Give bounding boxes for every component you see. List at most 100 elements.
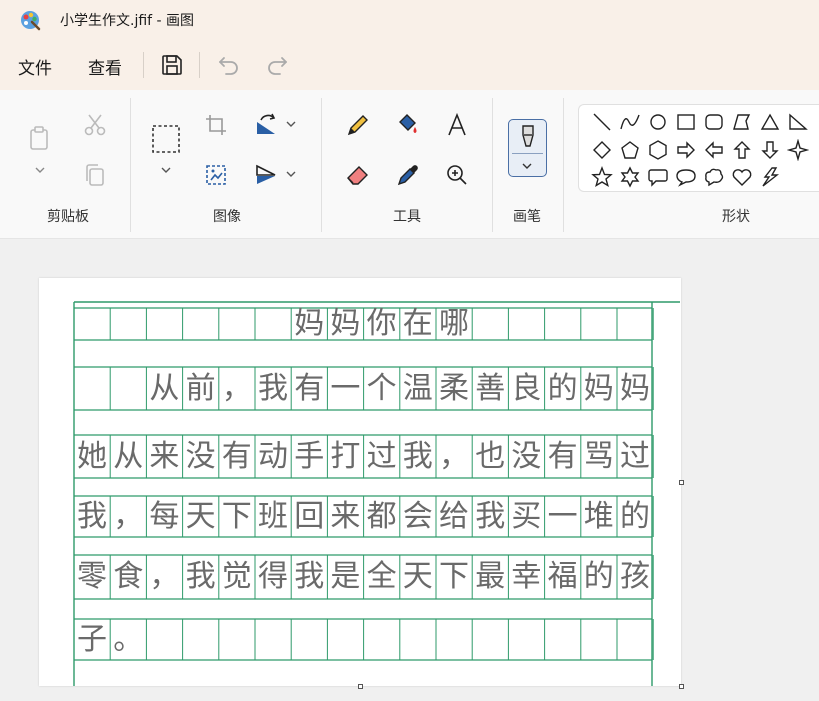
essay-char: 我 bbox=[475, 498, 506, 534]
rounded-rectangle-shape-icon[interactable] bbox=[703, 111, 725, 133]
essay-char: 得 bbox=[258, 559, 288, 594]
essay-char: 妈 bbox=[620, 370, 650, 406]
title-bar: 小学生作文.jfif - 画图 bbox=[0, 0, 819, 40]
essay-char: 食 bbox=[113, 559, 144, 594]
essay-char: 有 bbox=[294, 370, 325, 406]
menu-separator bbox=[143, 52, 144, 78]
essay-char: 个 bbox=[366, 370, 397, 406]
cut-icon[interactable] bbox=[82, 112, 108, 138]
essay-char: 都 bbox=[366, 498, 397, 534]
image-canvas[interactable]: 妈妈你在哪从前，我有一个温柔善良的妈妈她从来没有动手打过我，也没有骂过我，每天下… bbox=[39, 278, 681, 686]
essay-char: 前 bbox=[185, 370, 216, 406]
oval-shape-icon[interactable] bbox=[647, 111, 669, 133]
chevron-down-icon[interactable] bbox=[160, 164, 172, 176]
essay-char: 过 bbox=[366, 438, 397, 474]
essay-char: 一 bbox=[547, 498, 578, 534]
save-icon[interactable] bbox=[159, 52, 185, 78]
rotate-icon[interactable] bbox=[253, 112, 279, 138]
essay-char: 是 bbox=[330, 559, 361, 594]
magnifier-icon[interactable] bbox=[444, 162, 470, 188]
flip-icon[interactable] bbox=[253, 162, 279, 188]
essay-char: 她 bbox=[77, 438, 107, 474]
group-separator bbox=[130, 98, 131, 232]
fill-icon[interactable] bbox=[395, 112, 421, 138]
essay-char: 的 bbox=[547, 370, 578, 406]
color-picker-icon[interactable] bbox=[395, 162, 421, 188]
six-point-star-shape-icon[interactable] bbox=[619, 166, 641, 188]
essay-char: 的 bbox=[583, 559, 614, 594]
crop-icon[interactable] bbox=[203, 112, 229, 138]
brushes-button[interactable] bbox=[508, 119, 547, 177]
copy-icon[interactable] bbox=[82, 162, 108, 188]
five-point-star-shape-icon[interactable] bbox=[591, 166, 613, 188]
canvas-area[interactable]: 妈妈你在哪从前，我有一个温柔善良的妈妈她从来没有动手打过我，也没有骂过我，每天下… bbox=[0, 240, 819, 701]
brushes-group-label: 画笔 bbox=[513, 209, 541, 225]
hexagon-shape-icon[interactable] bbox=[647, 139, 669, 161]
resize-handle-right[interactable] bbox=[679, 480, 684, 485]
rectangular-callout-shape-icon[interactable] bbox=[647, 166, 669, 188]
brush-divider bbox=[512, 153, 543, 154]
four-point-star-shape-icon[interactable] bbox=[787, 139, 809, 161]
essay-char: 下 bbox=[439, 559, 469, 594]
essay-char: 给 bbox=[439, 498, 469, 534]
shapes-group-label: 形状 bbox=[722, 209, 750, 225]
essay-char: 会 bbox=[402, 498, 433, 534]
resize-handle-corner[interactable] bbox=[679, 684, 684, 689]
chevron-down-icon[interactable] bbox=[285, 168, 297, 180]
essay-char: 没 bbox=[185, 438, 216, 474]
essay-char: 最 bbox=[475, 559, 506, 594]
essay-title-char: 在 bbox=[402, 306, 433, 341]
essay-char: 打 bbox=[330, 438, 361, 474]
essay-char: 的 bbox=[620, 498, 650, 534]
right-arrow-shape-icon[interactable] bbox=[675, 139, 697, 161]
up-arrow-shape-icon[interactable] bbox=[731, 139, 753, 161]
essay-char: 动 bbox=[258, 438, 288, 474]
left-arrow-shape-icon[interactable] bbox=[703, 139, 725, 161]
essay-char: 买 bbox=[511, 498, 542, 534]
oval-callout-shape-icon[interactable] bbox=[675, 166, 697, 188]
resize-handle-bottom[interactable] bbox=[358, 684, 363, 689]
lightning-shape-icon[interactable] bbox=[759, 166, 781, 188]
eraser-icon[interactable] bbox=[345, 162, 371, 188]
essay-char: ， bbox=[221, 370, 252, 406]
curve-shape-icon[interactable] bbox=[619, 111, 641, 133]
rectangle-shape-icon[interactable] bbox=[675, 111, 697, 133]
paste-icon[interactable] bbox=[27, 125, 53, 151]
paint-app-icon bbox=[21, 11, 41, 31]
cloud-callout-shape-icon[interactable] bbox=[703, 166, 725, 188]
menu-bar: 文件 查看 bbox=[0, 40, 819, 90]
essay-char: 天 bbox=[402, 559, 433, 594]
clipboard-group-label: 剪贴板 bbox=[47, 209, 89, 225]
chevron-down-icon bbox=[522, 163, 532, 169]
diamond-shape-icon[interactable] bbox=[591, 139, 613, 161]
heart-shape-icon[interactable] bbox=[731, 166, 753, 188]
menu-separator bbox=[199, 52, 200, 78]
polygon-shape-icon[interactable] bbox=[731, 111, 753, 133]
essay-char: ， bbox=[149, 559, 180, 594]
resize-icon[interactable] bbox=[203, 162, 229, 188]
essay-char: 回 bbox=[294, 498, 325, 534]
chevron-down-icon[interactable] bbox=[285, 118, 297, 130]
select-icon[interactable] bbox=[151, 124, 181, 154]
essay-char: 良 bbox=[511, 370, 542, 406]
down-arrow-shape-icon[interactable] bbox=[759, 139, 781, 161]
essay-char: ， bbox=[113, 498, 144, 534]
undo-icon[interactable] bbox=[216, 52, 242, 78]
view-menu[interactable]: 查看 bbox=[88, 54, 122, 79]
essay-char: 每 bbox=[149, 498, 180, 534]
chevron-down-icon[interactable] bbox=[34, 164, 46, 176]
right-triangle-shape-icon[interactable] bbox=[787, 111, 809, 133]
line-shape-icon[interactable] bbox=[591, 111, 613, 133]
essay-char: 堆 bbox=[583, 498, 614, 534]
essay-char: 我 bbox=[185, 559, 216, 594]
essay-char: 温 bbox=[402, 370, 433, 406]
text-icon[interactable] bbox=[444, 112, 470, 138]
redo-icon[interactable] bbox=[264, 52, 290, 78]
pencil-icon[interactable] bbox=[345, 112, 371, 138]
essay-title-char: 妈 bbox=[330, 306, 361, 341]
ribbon: 剪贴板 图像 工具 画笔 形状 bbox=[0, 90, 819, 239]
pentagon-shape-icon[interactable] bbox=[619, 139, 641, 161]
file-menu[interactable]: 文件 bbox=[18, 54, 52, 79]
triangle-shape-icon[interactable] bbox=[759, 111, 781, 133]
essay-char: 也 bbox=[475, 438, 506, 474]
